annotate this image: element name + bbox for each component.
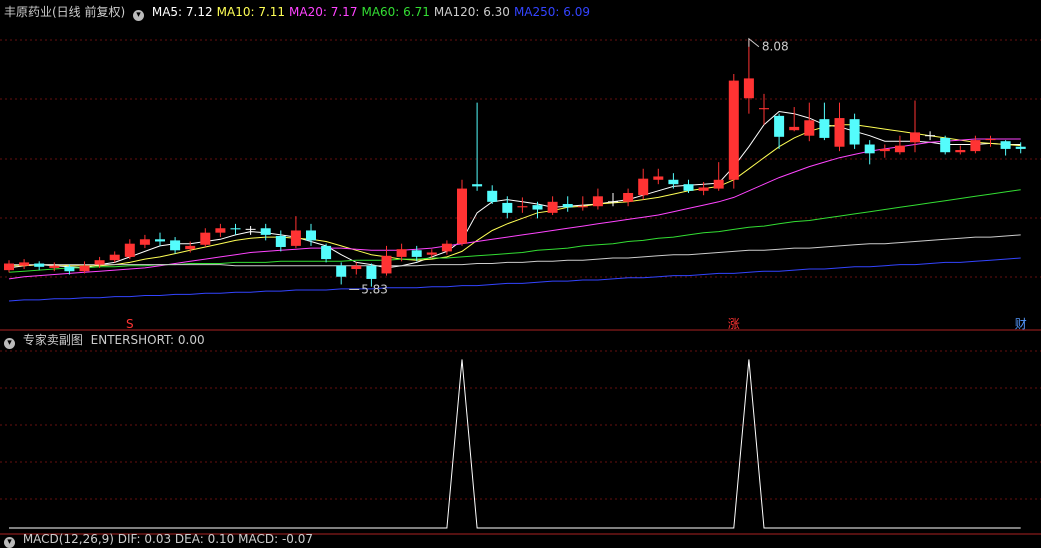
ma-legend-item: MA250: 6.09 xyxy=(513,5,590,19)
candle-body xyxy=(728,80,739,180)
candle-body xyxy=(124,243,135,257)
ma-legend-item: MA60: 6.71 xyxy=(361,5,430,19)
candle-body xyxy=(713,179,724,189)
max-price-label: 8.08 xyxy=(762,40,789,54)
candle-body xyxy=(774,115,785,137)
candle-body xyxy=(970,140,981,152)
candle-body xyxy=(819,119,830,138)
ma-legend-item: MA5: 7.12 xyxy=(151,5,213,19)
candle-body xyxy=(532,205,543,210)
max-pointer xyxy=(748,37,760,48)
macd-text: MACD(12,26,9) DIF: 0.03 DEA: 0.10 MACD: … xyxy=(22,532,314,546)
ma-legend-item: MA20: 7.17 xyxy=(289,5,358,19)
candle-body xyxy=(910,132,920,143)
chevron-down-icon[interactable]: ▾ xyxy=(133,10,145,21)
candle-body xyxy=(849,119,860,145)
candle-body xyxy=(743,78,754,99)
candle-body xyxy=(381,255,392,274)
candle-body xyxy=(653,176,664,180)
candle-body xyxy=(1000,141,1011,149)
candle-body xyxy=(155,239,165,242)
candle-body xyxy=(64,266,75,272)
ma-line-ma60 xyxy=(8,189,1021,273)
candle-body xyxy=(985,139,996,141)
candle-body xyxy=(94,260,105,265)
candle-body xyxy=(789,126,800,131)
candle-body xyxy=(517,206,528,208)
candle-body xyxy=(366,265,377,279)
candle-body xyxy=(623,192,634,202)
candle-body xyxy=(668,179,679,185)
candle-body xyxy=(804,120,815,136)
candle-body xyxy=(170,240,181,251)
candle-body xyxy=(79,265,90,272)
candle-body xyxy=(139,239,150,245)
candle-body xyxy=(562,204,573,208)
entershort-value: ENTERSHORT: 0.00 xyxy=(90,333,205,347)
event-marker: S xyxy=(126,317,134,331)
ma-legend-item: MA10: 7.11 xyxy=(216,5,286,19)
candle-body xyxy=(215,228,226,233)
candle-body xyxy=(577,206,588,208)
candle-body xyxy=(426,252,437,255)
entershort-indicator xyxy=(9,359,1021,529)
sub-chart-header: ▾ 专家卖副图 ENTERSHORT: 0.00 xyxy=(4,331,209,349)
candle-body xyxy=(185,245,196,250)
candle-body xyxy=(34,263,45,267)
event-marker: 财 xyxy=(1015,317,1027,331)
candle-body xyxy=(940,137,951,153)
ma-line-ma20 xyxy=(8,138,1021,280)
entershort-line xyxy=(9,359,1021,529)
candle-body xyxy=(351,265,362,270)
candle-body xyxy=(396,249,407,257)
candle-body xyxy=(275,235,286,247)
candle-body xyxy=(955,150,966,153)
candle-body xyxy=(4,263,14,271)
stock-chart: 8.08 5.83 S 涨 财 xyxy=(0,37,1041,535)
candle-body xyxy=(411,250,422,257)
candle-body xyxy=(109,254,120,261)
candle-body xyxy=(698,187,709,191)
candle-body xyxy=(441,243,452,252)
candle-body xyxy=(260,228,271,235)
ma-legend: MA5: 7.12 MA10: 7.11 MA20: 7.17 MA60: 6.71 M… xyxy=(152,5,594,19)
candlesticks xyxy=(4,38,1026,287)
candle-body xyxy=(200,232,211,245)
candle-body xyxy=(683,184,694,191)
candle-body xyxy=(336,265,347,277)
min-price-label: 5.83 xyxy=(361,282,388,296)
grid-lines xyxy=(0,39,1041,535)
sub-chart-title: 专家卖副图 xyxy=(22,333,83,347)
candle-body xyxy=(290,230,301,246)
stock-title: 丰原药业(日线 前复权) xyxy=(4,5,126,19)
moving-average-lines xyxy=(8,110,1021,302)
chevron-down-icon[interactable]: ▾ xyxy=(4,338,15,349)
candle-body xyxy=(19,262,30,266)
candle-body xyxy=(1015,146,1026,149)
ma-legend-item: MA120: 6.30 xyxy=(433,5,510,19)
main-chart-header: 丰原药业(日线 前复权) ▾ MA5: 7.12 MA10: 7.11 MA20: … xyxy=(4,3,598,21)
event-marker: 涨 xyxy=(728,316,740,331)
price-annotations: 8.08 5.83 xyxy=(349,37,789,296)
candle-body xyxy=(759,108,769,110)
candle-body xyxy=(230,228,241,230)
candle-body xyxy=(321,245,332,260)
candle-body xyxy=(638,178,649,196)
candle-body xyxy=(49,265,60,268)
candle-body xyxy=(306,230,316,241)
ma-line-ma5 xyxy=(8,110,1021,269)
candle-body xyxy=(472,184,483,187)
candle-body xyxy=(592,196,603,207)
candle-body xyxy=(864,144,875,154)
event-markers[interactable]: S涨财 xyxy=(126,316,1027,331)
candle-body xyxy=(879,148,890,152)
candle-body xyxy=(894,145,905,153)
candle-body xyxy=(487,190,498,202)
candle-body xyxy=(457,188,467,244)
candle-body xyxy=(502,202,513,213)
candle-body xyxy=(547,201,558,213)
macd-header: ▾ MACD(12,26,9) DIF: 0.03 DEA: 0.10 MACD… xyxy=(4,530,317,548)
candle-body xyxy=(834,118,845,147)
